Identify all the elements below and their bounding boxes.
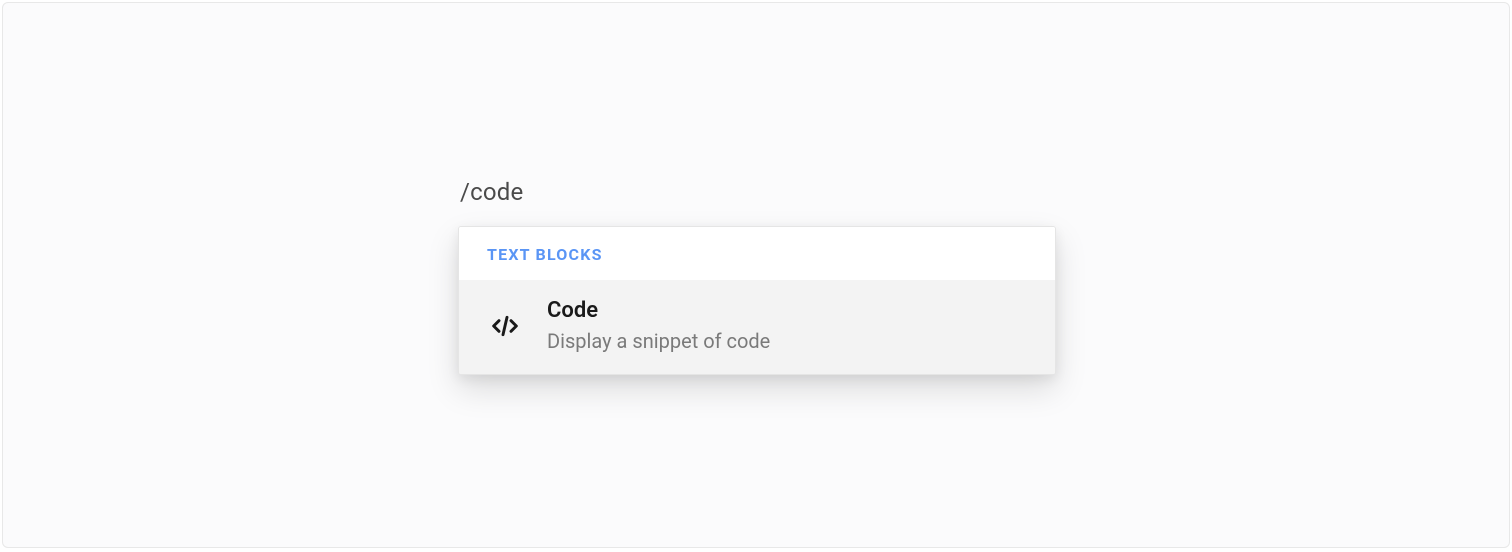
editor-area: /code TEXT BLOCKS Code Display a snippet… — [458, 178, 1058, 375]
editor-canvas: /code TEXT BLOCKS Code Display a snippet… — [2, 2, 1510, 548]
dropdown-item-title: Code — [547, 298, 770, 324]
command-dropdown: TEXT BLOCKS Code Display a snippet of co… — [458, 226, 1056, 375]
dropdown-item-code[interactable]: Code Display a snippet of code — [459, 280, 1055, 374]
code-icon — [487, 308, 523, 344]
dropdown-section-header: TEXT BLOCKS — [459, 227, 1055, 280]
slash-command-input[interactable]: /code — [458, 178, 1058, 206]
dropdown-item-description: Display a snippet of code — [547, 328, 770, 354]
dropdown-item-text: Code Display a snippet of code — [547, 298, 770, 354]
